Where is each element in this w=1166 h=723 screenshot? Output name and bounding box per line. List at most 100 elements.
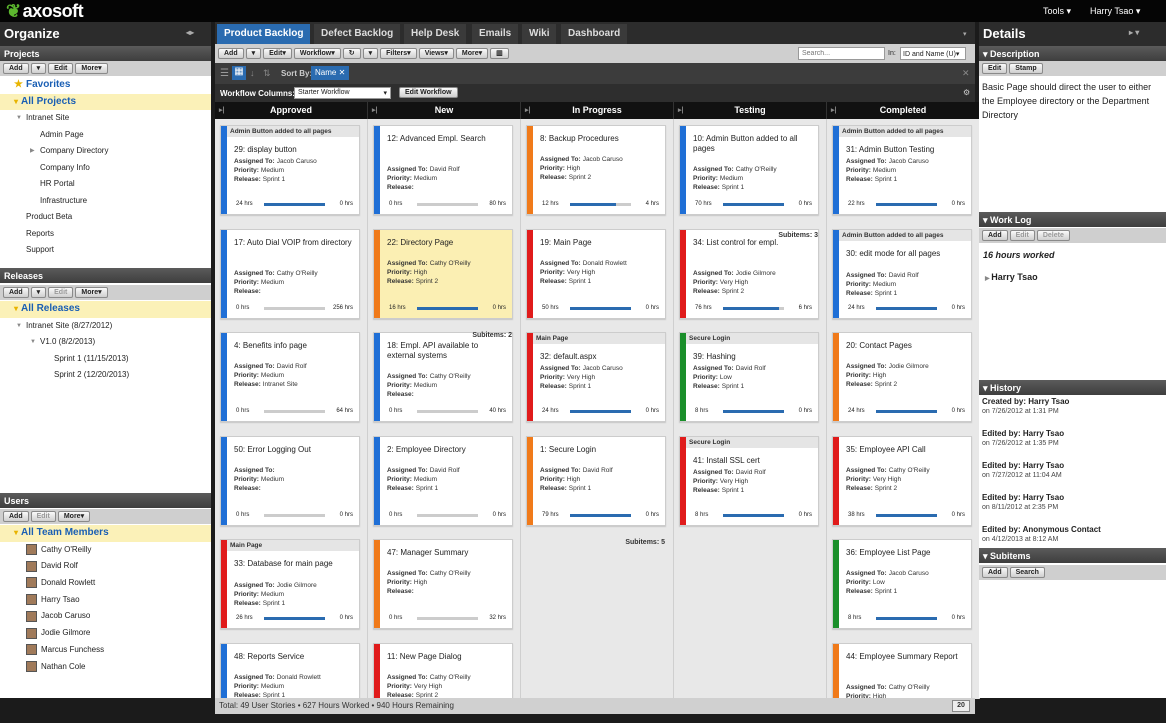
tab-product-backlog[interactable]: Product Backlog xyxy=(217,24,311,44)
card-view-icon[interactable]: ▦ xyxy=(232,66,246,80)
sort-icon[interactable]: ⇅ xyxy=(263,68,271,79)
releases-edit-button[interactable]: Edit xyxy=(48,287,74,298)
tree-item[interactable]: Company Info xyxy=(0,160,211,177)
collapse-icon[interactable]: ◂▸ xyxy=(186,28,194,37)
subitems-add-button[interactable]: Add xyxy=(982,567,1008,578)
tree-item[interactable]: ★ Favorites xyxy=(0,77,211,94)
work-item-card[interactable]: 20: Contact Pages Assigned To: Jodie Gilmo… xyxy=(832,332,972,422)
workflow-select[interactable]: Starter Workflow ▾ xyxy=(294,87,391,99)
tree-item[interactable]: Marcus Funchess xyxy=(0,642,211,659)
search-input[interactable] xyxy=(798,47,885,60)
axosoft-logo[interactable]: ❦ axosoft xyxy=(6,1,84,22)
work-item-card[interactable]: 1: Secure Login Assigned To: David Rolf Pri… xyxy=(526,435,666,526)
sort-down-icon[interactable]: ↓ xyxy=(250,68,255,78)
work-item-card[interactable]: 50: Error Logging Out Assigned To: Priorit… xyxy=(220,435,360,526)
tab-menu-icon[interactable]: ▾ xyxy=(963,30,967,38)
views-button[interactable]: Views▾ xyxy=(418,48,454,59)
worklog-add-button[interactable]: Add xyxy=(982,230,1008,241)
collapse-column-icon[interactable]: ▸| xyxy=(219,102,224,119)
tab-defect-backlog[interactable]: Defect Backlog xyxy=(314,24,401,44)
work-item-card[interactable]: Admin Button added to all pages 31: Admin… xyxy=(832,125,972,215)
remove-sort-icon[interactable]: ✕ xyxy=(339,68,346,77)
list-view-icon[interactable]: ☰ xyxy=(220,68,229,79)
refresh-dropdown[interactable]: ▾ xyxy=(362,48,379,59)
tree-item[interactable]: Reports xyxy=(0,226,211,243)
releases-more-button[interactable]: More▾ xyxy=(75,287,108,298)
stamp-button[interactable]: Stamp xyxy=(1009,63,1043,74)
expand-arrow-icon[interactable]: ▼ xyxy=(30,334,36,351)
users-edit-button[interactable]: Edit xyxy=(30,511,56,522)
close-sort-icon[interactable]: ✕ xyxy=(962,68,970,79)
work-item-card[interactable]: Secure Login 41: Install SSL cert Assigned… xyxy=(679,435,819,526)
tab-help-desk[interactable]: Help Desk xyxy=(404,24,467,44)
tree-item[interactable]: Donald Rowlett xyxy=(0,575,211,592)
filters-button[interactable]: Filters▾ xyxy=(380,48,417,59)
work-item-card[interactable]: Admin Button added to all pages 29: displ… xyxy=(220,125,360,215)
worklog-person[interactable]: ▶ Harry Tsao xyxy=(985,272,1038,282)
workflow-button[interactable]: Workflow▾ xyxy=(293,48,341,59)
column-header[interactable]: ▸| Completed xyxy=(827,102,980,119)
work-item-card[interactable]: 11: New Page Dialog Assigned To: Cathy O'R… xyxy=(373,642,513,699)
chart-icon[interactable]: ▥ xyxy=(490,48,509,59)
refresh-button[interactable]: ↻ xyxy=(342,48,361,59)
edit-button[interactable]: Edit▾ xyxy=(263,48,292,59)
tree-item[interactable]: Product Beta xyxy=(0,209,211,226)
work-item-card[interactable]: 4: Benefits info page Assigned To: David R… xyxy=(220,332,360,422)
tree-item[interactable]: Nathan Cole xyxy=(0,659,211,676)
expand-arrow-icon[interactable]: ▼ xyxy=(16,318,22,335)
tree-item[interactable]: Jacob Caruso xyxy=(0,608,211,625)
work-item-card[interactable]: 12: Advanced Empl. Search Assigned To: Dav… xyxy=(373,125,513,215)
collapse-column-icon[interactable]: ▸| xyxy=(678,102,683,119)
tree-item[interactable]: ▾ All Team Members xyxy=(0,525,211,542)
worklog-delete-button[interactable]: Delete xyxy=(1036,230,1070,241)
projects-more-button[interactable]: More▾ xyxy=(75,63,108,74)
collapse-column-icon[interactable]: ▸| xyxy=(831,102,836,119)
user-menu[interactable]: Harry Tsao ▾ xyxy=(1090,6,1140,17)
tree-item[interactable]: ▼ Intranet Site xyxy=(0,110,211,127)
tab-dashboard[interactable]: Dashboard xyxy=(561,24,628,44)
releases-add-button[interactable]: Add xyxy=(3,287,29,298)
tree-item[interactable]: Infrastructure xyxy=(0,193,211,210)
collapse-arrow-icon[interactable]: ▾ xyxy=(983,215,990,225)
work-item-card[interactable]: 17: Auto Dial VOIP from directory Assigne… xyxy=(220,228,360,319)
work-item-card[interactable]: 47: Manager Summary Assigned To: Cathy O'R… xyxy=(373,539,513,629)
subitems-count[interactable]: Subitems: 3 xyxy=(778,232,818,239)
work-item-card[interactable]: 36: Employee List Page Assigned To: Jacob … xyxy=(832,539,972,629)
page-size-button[interactable]: 20 xyxy=(952,700,970,712)
subitems-search-button[interactable]: Search xyxy=(1009,567,1045,578)
edit-workflow-button[interactable]: Edit Workflow xyxy=(399,87,458,98)
description-edit-button[interactable]: Edit xyxy=(982,63,1008,74)
details-collapse-icon[interactable]: ▸ ▾ xyxy=(1129,28,1139,37)
projects-add-button[interactable]: Add xyxy=(3,63,29,74)
expand-arrow-icon[interactable]: ▼ xyxy=(16,110,22,127)
projects-add-dropdown[interactable]: ▾ xyxy=(30,63,47,74)
worklog-edit-button[interactable]: Edit xyxy=(1009,230,1035,241)
work-item-card[interactable]: 8: Backup Procedures Assigned To: Jacob Ca… xyxy=(526,125,666,215)
users-add-button[interactable]: Add xyxy=(3,511,29,522)
sort-chip[interactable]: Name ✕ xyxy=(311,66,350,80)
work-item-card[interactable]: Main Page 32: default.aspx Assigned To: Jac… xyxy=(526,332,666,422)
work-item-card[interactable]: 2: Employee Directory Assigned To: David R… xyxy=(373,435,513,526)
tree-item[interactable]: Harry Tsao xyxy=(0,592,211,609)
column-header[interactable]: ▸| Testing xyxy=(674,102,827,119)
tree-item[interactable]: ▶ Company Directory xyxy=(0,143,211,160)
column-header[interactable]: ▸| In Progress xyxy=(521,102,674,119)
tree-item[interactable]: Sprint 2 (12/20/2013) xyxy=(0,367,211,384)
tree-item[interactable]: ▾ All Projects xyxy=(0,93,211,110)
subitems-count[interactable]: Subitems: 2 xyxy=(472,332,512,339)
subitems-count[interactable]: Subitems: 5 xyxy=(625,539,665,546)
column-header[interactable]: ▸| Approved xyxy=(215,102,368,119)
tree-item[interactable]: Support xyxy=(0,242,211,259)
work-item-card[interactable]: 44: Employee Summary Report Assigned To: C… xyxy=(832,642,972,699)
work-item-card[interactable]: 48: Reports Service Assigned To: Donald Ro… xyxy=(220,642,360,699)
tree-item[interactable]: Sprint 1 (11/15/2013) xyxy=(0,351,211,368)
tree-item[interactable]: Admin Page xyxy=(0,127,211,144)
tree-item[interactable]: Cathy O'Reilly xyxy=(0,542,211,559)
settings-icon[interactable]: ⚙ xyxy=(963,88,970,97)
collapse-arrow-icon[interactable]: ▾ xyxy=(983,49,990,59)
tree-item[interactable]: ▾ All Releases xyxy=(0,301,211,318)
tree-item[interactable]: David Rolf xyxy=(0,558,211,575)
add-button[interactable]: Add xyxy=(218,48,244,59)
work-item-card[interactable]: 18: Empl. API available to external syst… xyxy=(373,332,513,422)
tree-item[interactable]: ▼ V1.0 (8/2/2013) xyxy=(0,334,211,351)
